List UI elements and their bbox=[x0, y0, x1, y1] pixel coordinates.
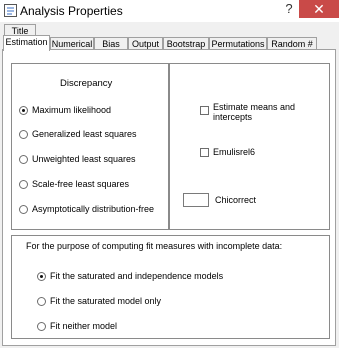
discrepancy-group: Discrepancy Maximum likelihood Generaliz… bbox=[11, 63, 169, 230]
label-fit-neither: Fit neither model bbox=[50, 321, 118, 331]
estimation-panel: Discrepancy Maximum likelihood Generaliz… bbox=[2, 50, 336, 346]
label-estimate-means-line2: intercepts bbox=[213, 112, 253, 122]
window-title: Analysis Properties bbox=[20, 4, 123, 18]
help-button[interactable]: ? bbox=[279, 0, 299, 18]
radio-maximum-likelihood[interactable] bbox=[19, 106, 28, 115]
checkbox-emulisrel6[interactable] bbox=[200, 148, 209, 157]
radio-fit-neither[interactable] bbox=[37, 322, 46, 331]
estimation-options-group: Estimate means and intercepts Emulisrel6… bbox=[169, 63, 330, 230]
incomplete-data-heading: For the purpose of computing fit measure… bbox=[26, 241, 283, 251]
label-asymptotically-distribution-free: Asymptotically distribution-free bbox=[32, 204, 155, 214]
label-fit-saturated-and-independence: Fit the saturated and independence model… bbox=[50, 271, 224, 281]
label-emulisrel6: Emulisrel6 bbox=[213, 147, 256, 157]
tab-estimation[interactable]: Estimation bbox=[3, 35, 50, 51]
incomplete-data-group: For the purpose of computing fit measure… bbox=[11, 235, 330, 339]
radio-generalized-least-squares[interactable] bbox=[19, 130, 28, 139]
checkbox-estimate-means[interactable] bbox=[200, 106, 209, 115]
radio-asymptotically-distribution-free[interactable] bbox=[19, 205, 28, 214]
chicorrect-input[interactable] bbox=[183, 193, 209, 207]
radio-fit-saturated-and-independence[interactable] bbox=[37, 272, 46, 281]
close-button[interactable]: ✕ bbox=[299, 0, 339, 18]
label-estimate-means-line1: Estimate means and bbox=[213, 102, 296, 112]
title-bar: Analysis Properties ? ✕ bbox=[0, 0, 339, 22]
app-icon bbox=[4, 4, 17, 17]
radio-fit-saturated-only[interactable] bbox=[37, 297, 46, 306]
label-maximum-likelihood: Maximum likelihood bbox=[32, 105, 112, 115]
discrepancy-heading: Discrepancy bbox=[60, 78, 113, 89]
label-unweighted-least-squares: Unweighted least squares bbox=[32, 154, 136, 164]
label-scale-free-least-squares: Scale-free least squares bbox=[32, 179, 130, 189]
label-fit-saturated-only: Fit the saturated model only bbox=[50, 296, 162, 306]
label-generalized-least-squares: Generalized least squares bbox=[32, 129, 137, 139]
radio-scale-free-least-squares[interactable] bbox=[19, 180, 28, 189]
label-chicorrect: Chicorrect bbox=[215, 195, 257, 205]
radio-unweighted-least-squares[interactable] bbox=[19, 155, 28, 164]
